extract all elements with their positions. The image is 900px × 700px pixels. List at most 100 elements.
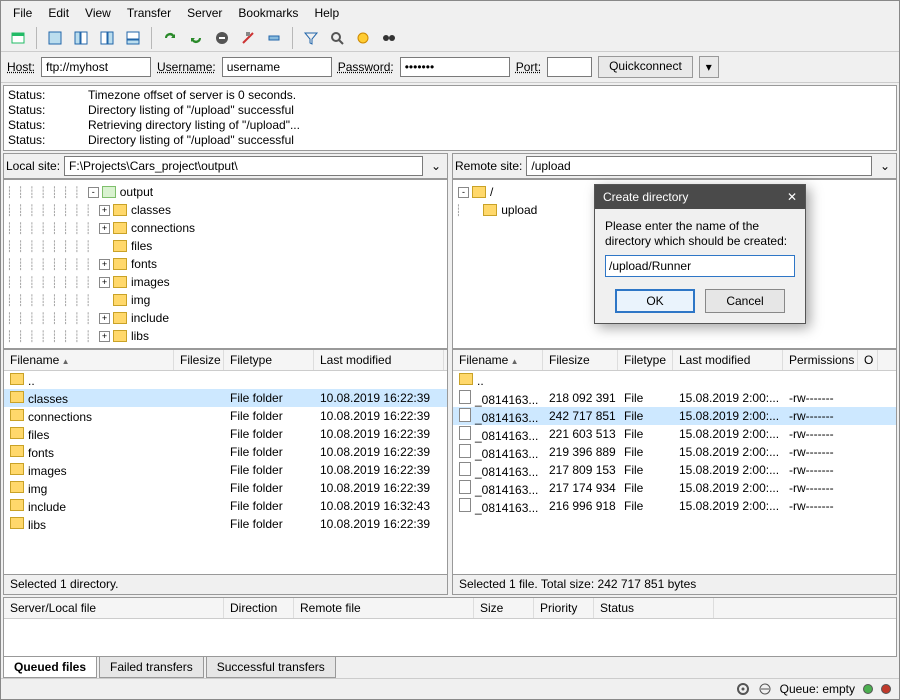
remote-path-input[interactable] (526, 156, 872, 176)
column-header[interactable]: Filesize (543, 350, 618, 370)
tree-node[interactable]: ┊ ┊ ┊ ┊ ┊ ┊ ┊ ┊ +libs (6, 327, 445, 345)
list-row[interactable]: fontsFile folder10.08.2019 16:22:39 (4, 443, 447, 461)
tab-queued-files[interactable]: Queued files (3, 657, 97, 678)
column-header[interactable]: Server/Local file (4, 598, 224, 618)
tree-node[interactable]: ┊ ┊ ┊ ┊ ┊ ┊ ┊ ┊ files (6, 237, 445, 255)
tab-successful-transfers[interactable]: Successful transfers (206, 657, 336, 678)
column-header[interactable]: Filename (4, 350, 174, 370)
folder-icon (10, 409, 24, 421)
expand-icon[interactable]: + (99, 223, 110, 234)
expand-icon[interactable]: - (458, 187, 469, 198)
password-input[interactable] (400, 57, 510, 77)
column-header[interactable]: Direction (224, 598, 294, 618)
list-row[interactable]: classesFile folder10.08.2019 16:22:39 (4, 389, 447, 407)
host-input[interactable] (41, 57, 151, 77)
column-header[interactable]: Remote file (294, 598, 474, 618)
quickconnect-history-button[interactable]: ▾ (699, 56, 719, 78)
column-header[interactable]: Priority (534, 598, 594, 618)
expand-icon[interactable]: + (99, 205, 110, 216)
toggle-remote-tree-icon[interactable] (96, 27, 118, 49)
username-input[interactable] (222, 57, 332, 77)
tab-failed-transfers[interactable]: Failed transfers (99, 657, 204, 678)
tree-node[interactable]: ┊ ┊ ┊ ┊ ┊ ┊ ┊ ┊ +classes (6, 201, 445, 219)
tree-node[interactable]: ┊ ┊ ┊ ┊ ┊ ┊ ┊ ┊ +connections (6, 219, 445, 237)
local-tree[interactable]: ┊ ┊ ┊ ┊ ┊ ┊ ┊ -output┊ ┊ ┊ ┊ ┊ ┊ ┊ ┊ +cl… (3, 179, 448, 349)
menu-help[interactable]: Help (306, 3, 347, 23)
port-input[interactable] (547, 57, 592, 77)
tree-node[interactable]: ┊ ┊ ┊ ┊ ┊ ┊ ┊ -output (6, 183, 445, 201)
remote-site-label: Remote site: (455, 159, 522, 173)
toggle-local-tree-icon[interactable] (70, 27, 92, 49)
filter-icon[interactable] (300, 27, 322, 49)
dropdown-icon[interactable]: ⌄ (876, 159, 894, 173)
column-header[interactable]: Permissions (783, 350, 858, 370)
gear-icon[interactable] (736, 682, 750, 696)
close-icon[interactable]: ✕ (787, 190, 797, 204)
list-row[interactable]: _0814163...216 996 918File15.08.2019 2:0… (453, 497, 896, 515)
menu-transfer[interactable]: Transfer (119, 3, 179, 23)
column-header[interactable]: Filesize (174, 350, 224, 370)
file-icon (459, 462, 471, 476)
column-header[interactable]: Last modified (314, 350, 444, 370)
remote-file-list[interactable]: FilenameFilesizeFiletypeLast modifiedPer… (452, 349, 897, 575)
toggle-queue-icon[interactable] (122, 27, 144, 49)
tree-node[interactable]: ┊ ┊ ┊ ┊ ┊ ┊ ┊ ┊ img (6, 291, 445, 309)
menu-view[interactable]: View (77, 3, 119, 23)
expand-icon[interactable]: + (99, 259, 110, 270)
compare-icon[interactable] (352, 27, 374, 49)
local-path-input[interactable] (64, 156, 423, 176)
create-directory-dialog: Create directory ✕ Please enter the name… (594, 184, 806, 324)
local-file-list[interactable]: FilenameFilesizeFiletypeLast modified ..… (3, 349, 448, 575)
menu-edit[interactable]: Edit (40, 3, 77, 23)
menu-bookmarks[interactable]: Bookmarks (230, 3, 306, 23)
cancel-icon[interactable] (211, 27, 233, 49)
folder-icon (113, 240, 127, 252)
folder-icon (113, 330, 127, 342)
search-icon[interactable] (326, 27, 348, 49)
menu-file[interactable]: File (5, 3, 40, 23)
column-header[interactable]: Filetype (224, 350, 314, 370)
column-header[interactable]: Status (594, 598, 714, 618)
tree-node[interactable]: ┊ ┊ ┊ ┊ ┊ ┊ ┊ ┊ +images (6, 273, 445, 291)
list-row[interactable]: includeFile folder10.08.2019 16:32:43 (4, 497, 447, 515)
toggle-log-icon[interactable] (44, 27, 66, 49)
disconnect-icon[interactable] (237, 27, 259, 49)
folder-icon (10, 499, 24, 511)
binoculars-icon[interactable] (378, 27, 400, 49)
column-header[interactable]: Last modified (673, 350, 783, 370)
folder-icon (472, 186, 486, 198)
status-bar: Queue: empty (1, 678, 899, 699)
dropdown-icon[interactable]: ⌄ (427, 159, 445, 173)
cancel-button[interactable]: Cancel (705, 289, 785, 313)
list-row[interactable]: imgFile folder10.08.2019 16:22:39 (4, 479, 447, 497)
list-row[interactable]: imagesFile folder10.08.2019 16:22:39 (4, 461, 447, 479)
reconnect-icon[interactable] (263, 27, 285, 49)
list-row[interactable]: connectionsFile folder10.08.2019 16:22:3… (4, 407, 447, 425)
column-header[interactable]: Filename (453, 350, 543, 370)
expand-icon[interactable]: - (88, 187, 99, 198)
queue-tabs: Queued filesFailed transfersSuccessful t… (1, 657, 899, 678)
column-header[interactable]: O (858, 350, 878, 370)
tree-node[interactable]: ┊ ┊ ┊ ┊ ┊ ┊ ┊ ┊ +fonts (6, 255, 445, 273)
password-label: Password: (338, 60, 394, 74)
tree-node[interactable]: ┊ ┊ ┊ ┊ ┊ ┊ ┊ ┊ +include (6, 309, 445, 327)
menu-server[interactable]: Server (179, 3, 230, 23)
list-row[interactable]: .. (4, 371, 447, 389)
process-queue-icon[interactable] (185, 27, 207, 49)
expand-icon[interactable]: + (99, 277, 110, 288)
expand-icon[interactable]: + (99, 313, 110, 324)
ok-button[interactable]: OK (615, 289, 695, 313)
quickconnect-button[interactable]: Quickconnect (598, 56, 693, 78)
expand-icon[interactable]: + (99, 331, 110, 342)
site-manager-icon[interactable] (7, 27, 29, 49)
host-label: Host: (7, 60, 35, 74)
username-label: Username: (157, 60, 216, 74)
column-header[interactable]: Size (474, 598, 534, 618)
message-log[interactable]: Status:Timezone offset of server is 0 se… (3, 85, 897, 151)
column-header[interactable]: Filetype (618, 350, 673, 370)
list-row[interactable]: filesFile folder10.08.2019 16:22:39 (4, 425, 447, 443)
directory-name-input[interactable] (605, 255, 795, 277)
list-row[interactable]: libsFile folder10.08.2019 16:22:39 (4, 515, 447, 533)
refresh-icon[interactable] (159, 27, 181, 49)
lock-icon[interactable] (758, 682, 772, 696)
